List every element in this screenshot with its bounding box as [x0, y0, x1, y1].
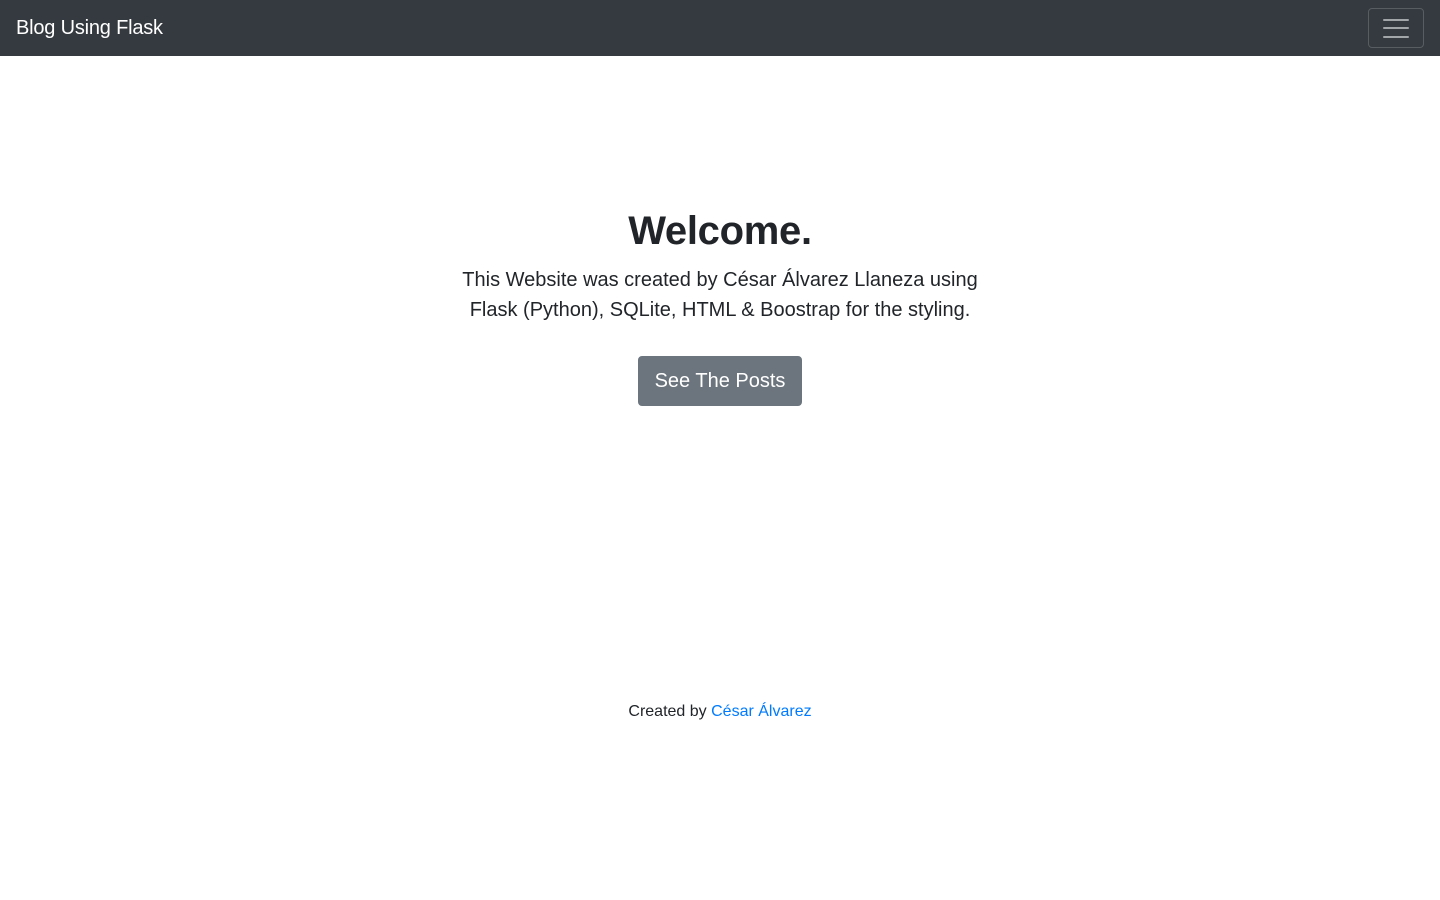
footer-author-link[interactable]: César Álvarez	[711, 703, 811, 720]
page-footer: Created by César Álvarez	[0, 701, 1440, 723]
see-posts-button[interactable]: See The Posts	[637, 356, 803, 406]
hero-section: Welcome. This Website was created by Cés…	[0, 205, 1440, 406]
hero-description: This Website was created by César Álvare…	[462, 269, 978, 321]
hamburger-menu-icon	[1383, 18, 1409, 38]
footer-prefix: Created by	[628, 703, 712, 720]
navbar-toggler-button[interactable]	[1368, 8, 1424, 48]
top-navbar: Blog Using Flask	[0, 0, 1440, 56]
page-title: Welcome.	[628, 209, 812, 253]
navbar-brand[interactable]: Blog Using Flask	[16, 17, 163, 40]
